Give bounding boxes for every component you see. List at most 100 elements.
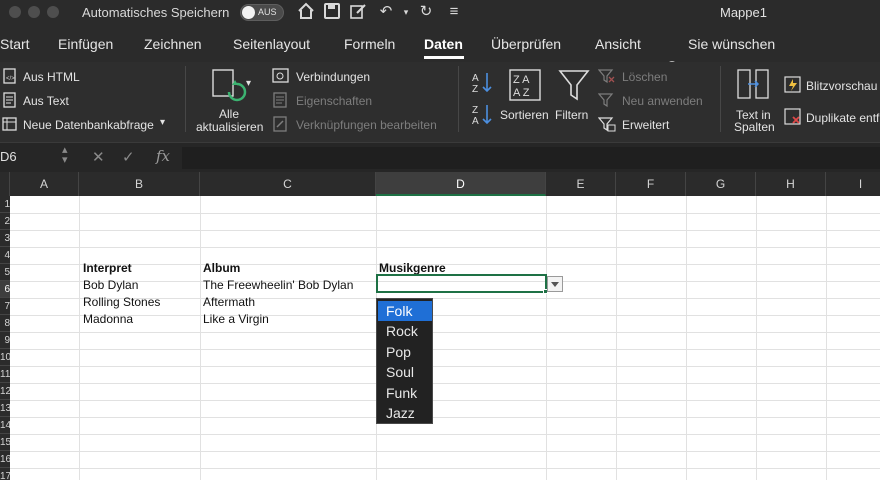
home-icon[interactable]	[296, 2, 316, 22]
row-header[interactable]: 6	[0, 281, 10, 298]
properties-button[interactable]: Eigenschaften	[296, 94, 372, 108]
column-header-e[interactable]: E	[546, 172, 616, 196]
cell-c6[interactable]: The Freewheelin' Bob Dylan	[203, 278, 353, 292]
autosave-toggle[interactable]: AUS	[240, 4, 284, 21]
column-header-f[interactable]: F	[616, 172, 686, 196]
dropdown-option-folk[interactable]: Folk	[378, 301, 432, 321]
dropdown-option-jazz[interactable]: Jazz	[378, 403, 432, 423]
tab-formeln[interactable]: Formeln	[344, 36, 395, 52]
row-header[interactable]: 11	[0, 366, 10, 383]
undo-icon[interactable]: ↶	[376, 2, 396, 22]
validation-dropdown-button[interactable]	[547, 276, 563, 292]
text-to-columns-label-line2[interactable]: Spalten	[734, 120, 775, 134]
dropdown-option-funk[interactable]: Funk	[378, 383, 432, 403]
dropdown-option-pop[interactable]: Pop	[378, 342, 432, 362]
edit-icon[interactable]	[348, 2, 368, 22]
column-header-i[interactable]: I	[826, 172, 880, 196]
tab-ansicht[interactable]: Ansicht	[595, 36, 641, 52]
cell-c8[interactable]: Like a Virgin	[203, 312, 269, 326]
confirm-entry-icon[interactable]: ✓	[122, 148, 135, 166]
column-header-g[interactable]: G	[686, 172, 756, 196]
sort-descending-icon[interactable]: ZA	[470, 102, 494, 126]
clear-button[interactable]: Löschen	[622, 70, 667, 84]
remove-duplicates-button[interactable]: Duplikate entf	[806, 111, 879, 125]
cell-d5[interactable]: Musikgenre	[379, 261, 446, 275]
row-header[interactable]: 10	[0, 349, 10, 366]
gridline	[616, 196, 617, 480]
edit-links-icon	[273, 116, 287, 132]
reapply-button[interactable]: Neu anwenden	[622, 94, 703, 108]
worksheet-grid[interactable]: Interpret Album Musikgenre Bob Dylan The…	[10, 196, 880, 480]
column-header-c[interactable]: C	[200, 172, 376, 196]
column-header-a[interactable]: A	[10, 172, 79, 196]
row-header[interactable]: 3	[0, 230, 10, 247]
tab-zeichnen[interactable]: Zeichnen	[144, 36, 202, 52]
customize-toolbar-icon[interactable]: ≡	[444, 2, 464, 22]
row-header[interactable]: 17	[0, 468, 10, 480]
advanced-button[interactable]: Erweitert	[622, 118, 669, 132]
column-header-h[interactable]: H	[756, 172, 826, 196]
row-header[interactable]: 8	[0, 315, 10, 332]
cell-c7[interactable]: Aftermath	[203, 295, 255, 309]
gridline	[10, 366, 880, 367]
tell-me-field[interactable]: Sie wünschen	[688, 36, 775, 52]
row-header[interactable]: 1	[0, 196, 10, 213]
refresh-dropdown-icon[interactable]: ▾	[246, 78, 251, 89]
close-window-icon[interactable]	[9, 6, 21, 18]
undo-dropdown-icon[interactable]: ▾	[396, 2, 416, 22]
row-header[interactable]: 4	[0, 247, 10, 264]
row-header[interactable]: 2	[0, 213, 10, 230]
row-header[interactable]: 9	[0, 332, 10, 349]
edit-links-button[interactable]: Verknüpfungen bearbeiten	[296, 118, 437, 132]
row-header[interactable]: 12	[0, 383, 10, 400]
cell-b5[interactable]: Interpret	[83, 261, 132, 275]
minimize-window-icon[interactable]	[28, 6, 40, 18]
filter-button[interactable]: Filtern	[555, 108, 588, 122]
flash-fill-button[interactable]: Blitzvorschau	[806, 79, 877, 93]
svg-text:Z A: Z A	[513, 74, 530, 86]
name-box-stepper-icon[interactable]: ▴ ▾	[62, 145, 68, 166]
tab-ueberpruefen[interactable]: Überprüfen	[491, 36, 561, 52]
title-bar: Automatisches Speichern AUS ↶ ▾ ↻ ≡ Mapp…	[0, 0, 880, 26]
save-icon[interactable]	[322, 2, 342, 22]
gridline	[200, 196, 201, 480]
connections-button[interactable]: Verbindungen	[296, 70, 370, 84]
zoom-window-icon[interactable]	[47, 6, 59, 18]
redo-icon[interactable]: ↻	[416, 2, 436, 22]
row-header[interactable]: 16	[0, 451, 10, 468]
refresh-all-label-line1[interactable]: Alle	[219, 107, 239, 121]
tab-seitenlayout[interactable]: Seitenlayout	[233, 36, 310, 52]
cell-c5[interactable]: Album	[203, 261, 240, 275]
column-headers: A B C D E F G H I	[0, 172, 880, 196]
row-header[interactable]: 7	[0, 298, 10, 315]
name-box[interactable]: D6	[0, 149, 17, 164]
gridline	[10, 349, 880, 350]
tab-daten[interactable]: Daten	[424, 36, 463, 52]
new-database-query-button[interactable]: Neue Datenbankabfrage	[23, 118, 154, 132]
gridline	[10, 213, 880, 214]
cell-b8[interactable]: Madonna	[83, 312, 133, 326]
dropdown-option-rock[interactable]: Rock	[378, 321, 432, 341]
select-all-corner[interactable]	[0, 172, 10, 196]
refresh-all-label-line2[interactable]: aktualisieren	[196, 120, 263, 134]
from-html-button[interactable]: Aus HTML	[23, 70, 80, 84]
row-header[interactable]: 15	[0, 434, 10, 451]
sort-ascending-icon[interactable]: AZ	[470, 70, 494, 94]
row-header[interactable]: 14	[0, 417, 10, 434]
active-cell-d6[interactable]	[376, 274, 547, 293]
insert-function-icon[interactable]: fx	[156, 147, 170, 165]
from-text-button[interactable]: Aus Text	[23, 94, 69, 108]
cancel-entry-icon[interactable]: ✕	[92, 148, 105, 166]
column-header-d[interactable]: D	[376, 172, 546, 196]
cell-b7[interactable]: Rolling Stones	[83, 295, 160, 309]
sort-button[interactable]: Sortieren	[500, 108, 549, 122]
formula-input[interactable]	[182, 147, 880, 169]
row-header[interactable]: 13	[0, 400, 10, 417]
row-header[interactable]: 5	[0, 264, 10, 281]
column-header-b[interactable]: B	[79, 172, 200, 196]
dropdown-option-soul[interactable]: Soul	[378, 362, 432, 382]
chevron-down-icon[interactable]: ▾	[160, 117, 165, 128]
cell-b6[interactable]: Bob Dylan	[83, 278, 138, 292]
tab-einfuegen[interactable]: Einfügen	[58, 36, 113, 52]
tab-start[interactable]: Start	[0, 36, 30, 52]
